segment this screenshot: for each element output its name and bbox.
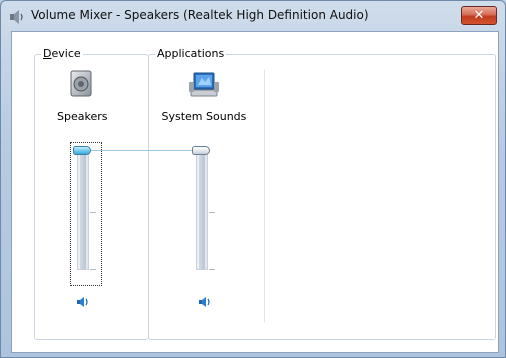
- device-volume-track[interactable]: [77, 150, 89, 270]
- app-tick-bottom: [209, 269, 215, 270]
- close-button[interactable]: ✕: [461, 6, 497, 25]
- speaker-device-icon[interactable]: [69, 70, 95, 98]
- device-volume-fill: [80, 151, 86, 269]
- speaker-volume-icon[interactable]: [76, 296, 90, 308]
- app-tick-mid: [209, 212, 215, 213]
- device-name-label: Speakers: [57, 110, 108, 123]
- applications-divider: [264, 70, 265, 322]
- close-icon: ✕: [473, 8, 485, 23]
- speaker-app-icon: [10, 10, 23, 24]
- device-tick-mid: [90, 212, 96, 213]
- app-volume-fill: [199, 151, 205, 269]
- volume-link-line: [91, 150, 197, 151]
- volume-mixer-window: Volume Mixer - Speakers (Realtek High De…: [0, 0, 506, 358]
- app-volume-thumb[interactable]: [192, 146, 210, 155]
- device-tick-bottom: [90, 269, 96, 270]
- app-name-label: System Sounds: [161, 110, 247, 123]
- system-sounds-icon[interactable]: [189, 72, 219, 98]
- window-title: Volume Mixer - Speakers (Realtek High De…: [31, 8, 369, 22]
- title-bar[interactable]: Volume Mixer - Speakers (Realtek High De…: [1, 1, 505, 31]
- applications-group-legend: Applications: [155, 47, 227, 60]
- mixer-client-area: Device Applications Speakers System Soun…: [11, 31, 499, 353]
- speaker-volume-icon[interactable]: [198, 296, 212, 308]
- app-volume-track[interactable]: [196, 150, 208, 270]
- device-volume-thumb[interactable]: [73, 146, 91, 155]
- device-group-legend: Device: [41, 47, 83, 60]
